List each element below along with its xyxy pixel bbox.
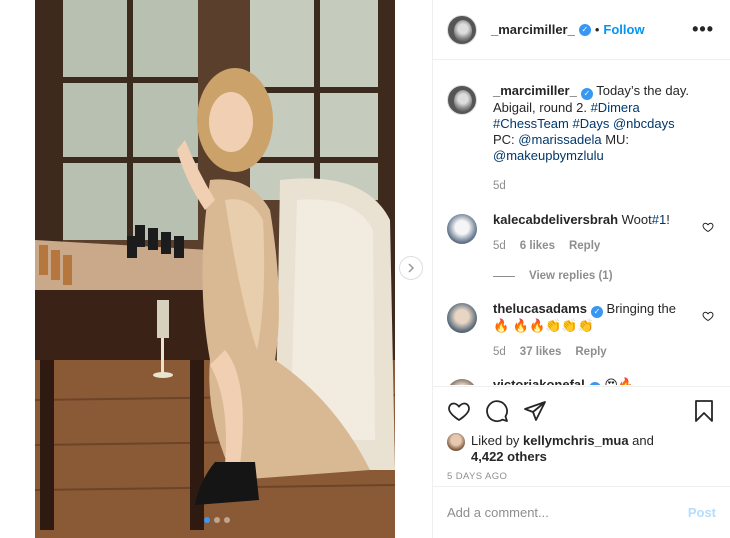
caption-age[interactable]: 5d xyxy=(493,178,506,194)
follow-button[interactable]: Follow xyxy=(603,22,644,37)
author-username[interactable]: _marcimiller_ xyxy=(491,22,575,37)
mention-link[interactable]: @nbcdays xyxy=(613,116,675,131)
post-timestamp[interactable]: 5 DAYS AGO xyxy=(447,471,716,482)
divider xyxy=(493,275,515,277)
hashtag-link[interactable]: #Days xyxy=(573,116,610,131)
comment-avatar[interactable] xyxy=(447,214,477,244)
reply-button[interactable]: Reply xyxy=(569,238,600,254)
comment-like-icon[interactable] xyxy=(702,221,714,233)
caption-text: MU: xyxy=(601,132,630,147)
comment-likes[interactable]: 6 likes xyxy=(520,238,555,254)
hashtag-link[interactable]: #Dimera xyxy=(591,100,640,115)
post-sidebar: _marcimiller_ ✓ • Follow ••• _marcimille… xyxy=(432,0,730,538)
comment-meta: 5d 6 likes Reply xyxy=(493,238,693,254)
comment-username[interactable]: kalecabdeliversbrah xyxy=(493,212,618,227)
caption-text: PC: xyxy=(493,132,519,147)
comment-body: victoriakonefal✓ 😍🔥 xyxy=(493,377,693,385)
verified-icon: ✓ xyxy=(588,382,601,385)
mention-link[interactable]: @marissadela xyxy=(518,132,601,147)
likes-prefix: Liked by xyxy=(471,433,524,448)
comment-item: kalecabdeliversbrah Woot#1! 5d 6 likes R… xyxy=(447,212,716,254)
hashtag-link[interactable]: #ChessTeam xyxy=(493,116,569,131)
caption: _marcimiller_ ✓ Today’s the day. Abigail,… xyxy=(447,83,716,194)
more-options-icon[interactable]: ••• xyxy=(692,19,714,40)
carousel-dots xyxy=(204,517,230,523)
like-heart-icon[interactable] xyxy=(447,399,471,423)
caption-username[interactable]: _marcimiller_ xyxy=(493,83,577,98)
comments-list[interactable]: _marcimiller_ ✓ Today’s the day. Abigail,… xyxy=(433,61,730,385)
comment-like-icon[interactable] xyxy=(702,310,714,322)
comment-item: thelucasadams ✓ Bringing the 🔥 🔥🔥👏👏👏 5d 3… xyxy=(447,301,716,360)
comment-text: 😍🔥 xyxy=(600,377,635,385)
liker-username[interactable]: kellymchris_mua xyxy=(523,433,629,448)
chevron-right-icon xyxy=(408,263,415,273)
photo-illustration xyxy=(35,0,395,538)
likes-text: Liked by kellymchris_mua and 4,422 other… xyxy=(471,433,654,465)
carousel-dot xyxy=(224,517,230,523)
liker-avatar[interactable] xyxy=(447,433,465,451)
action-icons xyxy=(447,399,716,423)
author-avatar[interactable] xyxy=(447,14,477,45)
share-direct-icon[interactable] xyxy=(523,399,547,423)
bookmark-icon[interactable] xyxy=(692,399,716,423)
caption-meta: 5d xyxy=(493,178,693,194)
post-actions: Liked by kellymchris_mua and 4,422 other… xyxy=(433,386,730,482)
comment-item: victoriakonefal✓ 😍🔥 xyxy=(447,377,716,385)
carousel-dot xyxy=(204,517,210,523)
carousel-dot xyxy=(214,517,220,523)
next-image-button[interactable] xyxy=(399,256,423,280)
comment-likes[interactable]: 37 likes xyxy=(520,344,562,360)
post-comment-button[interactable]: Post xyxy=(688,505,716,520)
comment-text: Woot xyxy=(618,212,652,227)
likes-and: and xyxy=(628,433,654,448)
caption-avatar[interactable] xyxy=(447,85,477,115)
comment-body: kalecabdeliversbrah Woot#1! 5d 6 likes R… xyxy=(493,212,693,254)
post-header: _marcimiller_ ✓ • Follow ••• xyxy=(433,0,730,60)
comment-avatar[interactable] xyxy=(447,379,477,385)
comment-username[interactable]: thelucasadams xyxy=(493,301,587,316)
view-replies-label: View replies (1) xyxy=(529,270,613,282)
comment-age[interactable]: 5d xyxy=(493,344,506,360)
comment-bubble-icon[interactable] xyxy=(485,399,509,423)
comment-username[interactable]: victoriakonefal xyxy=(493,377,585,385)
verified-icon: ✓ xyxy=(578,23,591,36)
verified-icon: ✓ xyxy=(590,306,603,318)
comment-composer: Post xyxy=(433,486,730,538)
header-separator: • xyxy=(594,22,600,37)
media-area xyxy=(0,0,432,538)
verified-icon: ✓ xyxy=(580,88,593,100)
post-photo[interactable] xyxy=(35,0,395,538)
view-replies-button[interactable]: View replies (1) xyxy=(493,270,716,282)
instagram-post: _marcimiller_ ✓ • Follow ••• _marcimille… xyxy=(0,0,730,538)
comment-text: ! xyxy=(666,212,670,227)
caption-body: _marcimiller_ ✓ Today’s the day. Abigail,… xyxy=(493,83,693,194)
add-comment-input[interactable] xyxy=(447,505,688,520)
comment-avatar[interactable] xyxy=(447,303,477,333)
comment-body: thelucasadams ✓ Bringing the 🔥 🔥🔥👏👏👏 5d 3… xyxy=(493,301,693,360)
mention-link[interactable]: @makeupbymzlulu xyxy=(493,148,604,163)
likes-count-button[interactable]: 4,422 others xyxy=(471,449,547,464)
comment-meta: 5d 37 likes Reply xyxy=(493,344,693,360)
reply-button[interactable]: Reply xyxy=(575,344,606,360)
hashtag-link[interactable]: #1 xyxy=(652,212,666,227)
comment-age[interactable]: 5d xyxy=(493,238,506,254)
likes-summary: Liked by kellymchris_mua and 4,422 other… xyxy=(447,433,716,465)
